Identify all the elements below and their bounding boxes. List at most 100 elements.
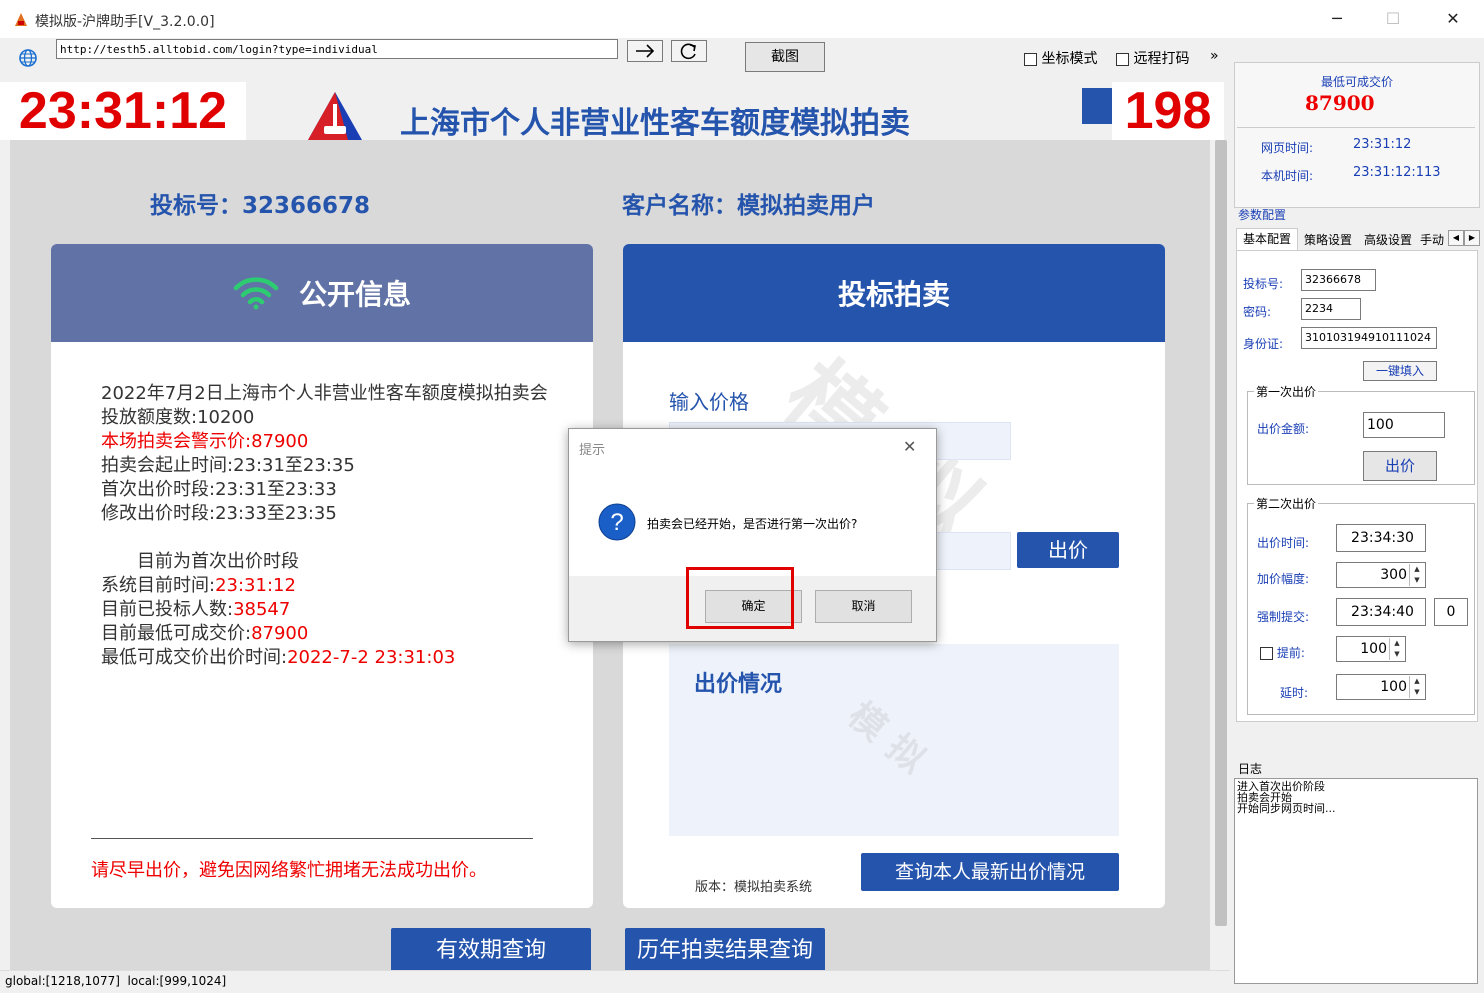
increment-spinner[interactable]: 300 ▲ ▼ — [1336, 562, 1426, 588]
password-input[interactable]: 2234 — [1301, 298, 1361, 320]
delay-value: 100 — [1380, 679, 1407, 695]
version-text: 版本：模拟拍卖系统 — [695, 880, 813, 895]
url-input[interactable]: http://testh5.alltobid.com/login?type=in… — [56, 39, 618, 59]
id-input[interactable]: 310103194910111024 — [1301, 327, 1437, 349]
local-time-value: 23:31:12:113 — [1353, 165, 1441, 180]
force-submit-extra-input[interactable]: 0 — [1434, 598, 1468, 626]
second-bid-group: 第二次出价 出价时间: 23:34:30 加价幅度: 300 ▲ ▼ 强制提交: … — [1247, 495, 1475, 715]
bid-status-box: 出价情况 模拟 — [669, 644, 1119, 836]
right-panel: 最低可成交价 87900 网页时间: 23:31:12 本机时间: 23:31:… — [1230, 46, 1484, 992]
globe-icon — [18, 48, 38, 68]
divider — [91, 838, 533, 839]
customer-label: 客户名称： — [622, 193, 737, 219]
divider — [1237, 127, 1475, 128]
info-line: 首次出价时段:23:31至23:33 — [101, 479, 337, 500]
arrow-right-icon — [636, 44, 655, 58]
bidders-line: 目前已投标人数:38547 — [101, 598, 548, 622]
first-bid-group: 第一次出价 出价金额: 100 出价 — [1247, 383, 1475, 485]
scrollbar-thumb[interactable] — [1215, 140, 1227, 926]
advance-spinner[interactable]: 100 ▲ ▼ — [1336, 636, 1406, 662]
input-price-label: 输入价格 — [669, 390, 749, 414]
lowest-time-line: 最低可成交价出价时间:2022-7-2 23:31:03 — [101, 646, 548, 670]
web-time-label: 网页时间: — [1261, 141, 1314, 155]
bidders-label: 目前已投标人数: — [101, 599, 234, 620]
spinner-arrows-icon[interactable]: ▲ ▼ — [1409, 564, 1424, 586]
spinner-arrows-icon[interactable]: ▲ ▼ — [1409, 676, 1424, 698]
id-label: 身份证: — [1243, 337, 1284, 351]
force-submit-time-input[interactable]: 23:34:40 — [1336, 598, 1426, 626]
info-line: 投放额度数:10200 — [101, 407, 255, 428]
lowest-price-value: 87900 — [251, 623, 309, 644]
auction-logo-icon — [306, 90, 364, 142]
basic-config-pane: 投标号: 32366678 密码: 2234 身份证: 310103194910… — [1236, 250, 1478, 722]
spinner-arrows-icon[interactable]: ▲ ▼ — [1389, 638, 1404, 660]
tab-advanced[interactable]: 高级设置 — [1358, 230, 1418, 250]
refresh-icon — [680, 43, 696, 60]
status-bar: global:[1218,1077] local:[999,1024] — [0, 970, 1230, 993]
public-info-title: 公开信息 — [298, 278, 411, 311]
remote-captcha-label: 远程打码 — [1133, 51, 1190, 67]
dialog-title: 提示 — [579, 443, 606, 458]
clock-overlay: 23:31:12 — [0, 82, 246, 140]
bid-no-input[interactable]: 32366678 — [1301, 269, 1376, 291]
one-click-fill-button[interactable]: 一键填入 — [1363, 361, 1437, 381]
lowest-price-label: 目前最低可成交价: — [101, 623, 252, 644]
increment-value: 300 — [1380, 567, 1407, 583]
coord-mode-checkbox[interactable]: 坐标模式 — [1024, 48, 1097, 68]
system-time-value: 23:31:12 — [215, 575, 296, 596]
watermark: 模拟 — [840, 694, 944, 791]
tab-strategy[interactable]: 策略设置 — [1298, 230, 1358, 250]
first-bid-title: 第一次出价 — [1254, 383, 1319, 400]
minimize-button[interactable]: ─ — [1314, 6, 1360, 32]
bid-no-label: 投标号: — [1243, 277, 1284, 291]
customer-value: 模拟拍卖用户 — [737, 193, 875, 219]
advance-checkbox[interactable]: 提前: — [1260, 644, 1305, 661]
tab-manual[interactable]: 手动 — [1420, 230, 1450, 250]
bidding-header: 投标拍卖 — [623, 244, 1165, 342]
local-time-label: 本机时间: — [1261, 169, 1314, 183]
tab-scroll-left-icon[interactable]: ◀ — [1448, 230, 1464, 246]
advance-label: 提前: — [1276, 646, 1305, 660]
second-bid-title: 第二次出价 — [1254, 495, 1319, 512]
system-time-label: 系统目前时间: — [101, 575, 216, 596]
force-submit-label: 强制提交: — [1257, 610, 1310, 624]
web-bid-button[interactable]: 出价 — [1017, 532, 1119, 568]
increment-label: 加价幅度: — [1257, 572, 1310, 586]
tab-scroll-right-icon[interactable]: ▶ — [1464, 230, 1480, 246]
bid-number-label: 投标号： — [150, 193, 242, 219]
first-amount-label: 出价金额: — [1257, 422, 1310, 436]
window-title: 模拟版-沪牌助手[V_3.2.0.0] — [35, 14, 215, 30]
svg-text:?: ? — [610, 509, 623, 536]
info-line: 拍卖会起止时间:23:31至23:35 — [101, 455, 355, 476]
lowest-price-line: 目前最低可成交价:87900 — [101, 622, 548, 646]
price-time-box: 最低可成交价 87900 网页时间: 23:31:12 本机时间: 23:31:… — [1234, 62, 1480, 208]
maximize-button[interactable]: ☐ — [1370, 6, 1416, 32]
public-info-header: 公开信息 — [51, 244, 593, 342]
history-results-button[interactable]: 历年拍卖结果查询 — [625, 928, 825, 970]
status-text: global:[1218,1077] local:[999,1024] — [5, 974, 227, 988]
dialog-close-button[interactable]: ✕ — [903, 437, 916, 456]
refresh-button[interactable] — [671, 40, 707, 62]
bidders-value: 38547 — [233, 599, 291, 620]
delay-spinner[interactable]: 100 ▲ ▼ — [1336, 674, 1426, 700]
lowest-time-label: 最低可成交价出价时间: — [101, 647, 288, 668]
query-latest-bid-button[interactable]: 查询本人最新出价情况 — [861, 853, 1119, 891]
remote-captcha-checkbox[interactable]: 远程打码 — [1116, 48, 1189, 68]
bid-time-input[interactable]: 23:34:30 — [1336, 524, 1426, 552]
screenshot-button[interactable]: 截图 — [745, 42, 825, 72]
go-button[interactable] — [627, 40, 663, 62]
first-amount-input[interactable]: 100 — [1363, 412, 1445, 438]
log-box[interactable]: 进入首次出价阶段 拍卖会开始 开始同步网页时间... — [1234, 778, 1478, 984]
tab-basic[interactable]: 基本配置 — [1236, 228, 1298, 251]
bidding-title: 投标拍卖 — [837, 278, 950, 311]
checkbox-icon — [1116, 52, 1129, 66]
close-button[interactable]: ✕ — [1430, 6, 1476, 32]
first-bid-button[interactable]: 出价 — [1363, 451, 1437, 481]
countdown-overlay: 198 — [1112, 82, 1224, 140]
validity-query-button[interactable]: 有效期查询 — [391, 928, 591, 970]
checkbox-icon — [1024, 52, 1037, 66]
page-title: 上海市个人非营业性客车额度模拟拍卖 — [400, 106, 910, 141]
delay-label: 延时: — [1280, 686, 1309, 700]
more-button[interactable]: » — [1210, 48, 1219, 64]
cancel-button[interactable]: 取消 — [815, 590, 912, 623]
